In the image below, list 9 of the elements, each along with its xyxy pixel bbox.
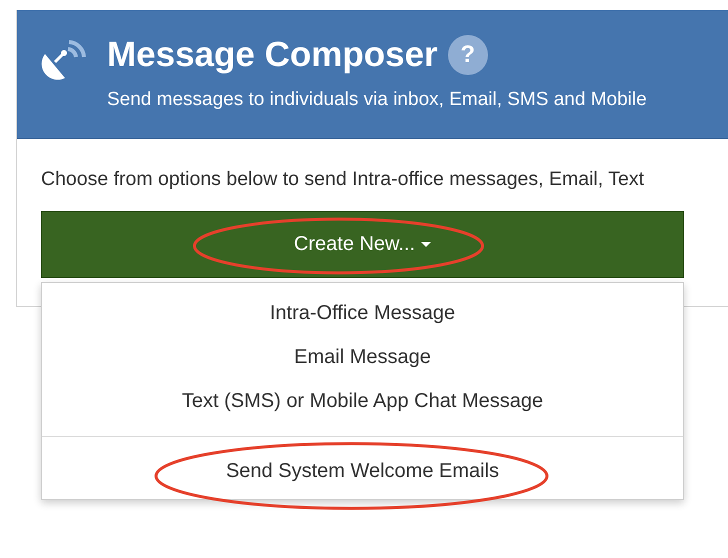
caret-icon xyxy=(421,242,432,248)
menu-item[interactable]: Email Message xyxy=(294,346,431,368)
page-title: Message Composer xyxy=(107,34,438,76)
intro-text: Choose from options below to send Intra-office messages, Email, Text xyxy=(41,167,645,191)
page-subtitle: Send messages to individuals via inbox, Email, SMS and Mobile xyxy=(107,88,647,112)
create-new-button[interactable]: Create New... xyxy=(41,211,684,278)
satellite-dish-icon xyxy=(41,40,87,82)
menu-item[interactable]: Text (SMS) or Mobile App Chat Message xyxy=(182,390,544,412)
menu-item[interactable]: Intra-Office Message xyxy=(270,302,456,324)
